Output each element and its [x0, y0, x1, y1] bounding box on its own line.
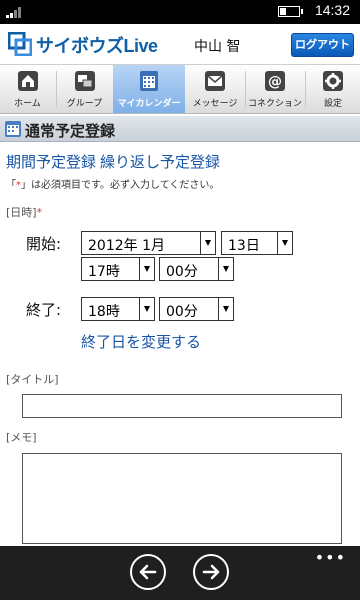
page-title: 通常予定登録 — [25, 122, 116, 140]
mail-icon — [205, 71, 225, 91]
chevron-down-icon — [139, 298, 154, 320]
group-icon — [74, 71, 95, 91]
app-bar: ••• — [0, 546, 360, 600]
user-name: 中山 智 — [194, 39, 241, 55]
nav-label-my-calendar: マイカレンダー — [117, 99, 181, 109]
start-minute-value: 00分 — [166, 264, 198, 280]
nav-item-settings[interactable]: 設定 — [306, 65, 360, 113]
start-month-value: 2012年 1月 — [88, 238, 165, 254]
end-minute-select[interactable]: 00分 — [159, 297, 234, 321]
chevron-down-icon — [200, 232, 215, 254]
required-notice: 「*」は必須項目です。必ず入力してください。 — [6, 176, 219, 191]
main-nav: ホーム グループ マイカレンダー メッセージ @ コネクション 設定 — [0, 64, 360, 114]
nav-label-connection: コネクション — [247, 99, 302, 109]
notice-text: 」は必須項目です。必ず入力してください。 — [21, 180, 220, 191]
title-input[interactable] — [22, 394, 342, 418]
nav-label-settings: 設定 — [323, 99, 342, 109]
back-button[interactable] — [130, 554, 166, 590]
clock: 14:32 — [314, 2, 350, 18]
end-minute-value: 00分 — [166, 304, 198, 320]
nav-item-home[interactable]: ホーム — [0, 65, 55, 113]
start-day-select[interactable]: 13日 — [221, 231, 293, 255]
nav-label-group: グループ — [66, 99, 103, 109]
start-hour-select[interactable]: 17時 — [81, 257, 155, 281]
memo-textarea[interactable] — [22, 453, 342, 544]
datetime-section-label: [日時]* — [6, 204, 42, 220]
start-minute-select[interactable]: 00分 — [159, 257, 234, 281]
app-header: サイボウズLive 中山 智 ログアウト — [0, 24, 360, 64]
nav-item-group[interactable]: グループ — [57, 65, 112, 113]
period-schedule-link[interactable]: 期間予定登録 — [6, 153, 96, 171]
at-icon: @ — [265, 71, 285, 91]
required-mark: * — [36, 206, 43, 219]
nav-item-connection[interactable]: @ コネクション — [246, 65, 304, 113]
schedule-type-links: 期間予定登録 繰り返し予定登録 — [6, 151, 224, 172]
forward-arrow-icon — [202, 564, 220, 580]
end-hour-select[interactable]: 18時 — [81, 297, 155, 321]
start-hour-value: 17時 — [88, 264, 120, 280]
nav-label-message: メッセージ — [192, 99, 238, 109]
start-label: 開始: — [26, 235, 62, 253]
calendar-icon — [5, 121, 21, 137]
battery-icon — [278, 6, 303, 17]
more-menu-button[interactable]: ••• — [315, 548, 346, 567]
back-arrow-icon — [139, 564, 157, 580]
svg-text:@: @ — [268, 74, 282, 90]
notice-prefix: 「 — [6, 180, 16, 191]
start-day-value: 13日 — [228, 238, 260, 254]
datetime-label: [日時] — [6, 206, 37, 219]
calendar-icon — [140, 71, 158, 91]
repeat-schedule-link[interactable]: 繰り返し予定登録 — [100, 153, 220, 171]
gear-icon — [323, 71, 343, 91]
section-header: 通常予定登録 — [0, 116, 360, 142]
chevron-down-icon — [218, 258, 233, 280]
change-end-date-link[interactable]: 終了日を変更する — [81, 331, 201, 352]
chevron-down-icon — [277, 232, 292, 254]
home-icon — [17, 71, 38, 91]
nav-label-home: ホーム — [14, 99, 41, 109]
memo-label: [メモ] — [6, 431, 37, 444]
end-hour-value: 18時 — [88, 304, 120, 320]
nav-item-my-calendar[interactable]: マイカレンダー — [113, 65, 185, 113]
nav-item-message[interactable]: メッセージ — [186, 65, 244, 113]
signal-icon — [6, 6, 26, 18]
end-label: 終了: — [26, 301, 62, 319]
logout-button[interactable]: ログアウト — [291, 33, 354, 57]
logo-icon — [8, 32, 32, 56]
status-bar: 14:32 — [0, 0, 360, 24]
start-month-select[interactable]: 2012年 1月 — [81, 231, 216, 255]
title-label: [タイトル] — [6, 373, 59, 386]
chevron-down-icon — [218, 298, 233, 320]
app-logo-text: サイボウズLive — [36, 36, 158, 56]
forward-button[interactable] — [193, 554, 229, 590]
chevron-down-icon — [139, 258, 154, 280]
